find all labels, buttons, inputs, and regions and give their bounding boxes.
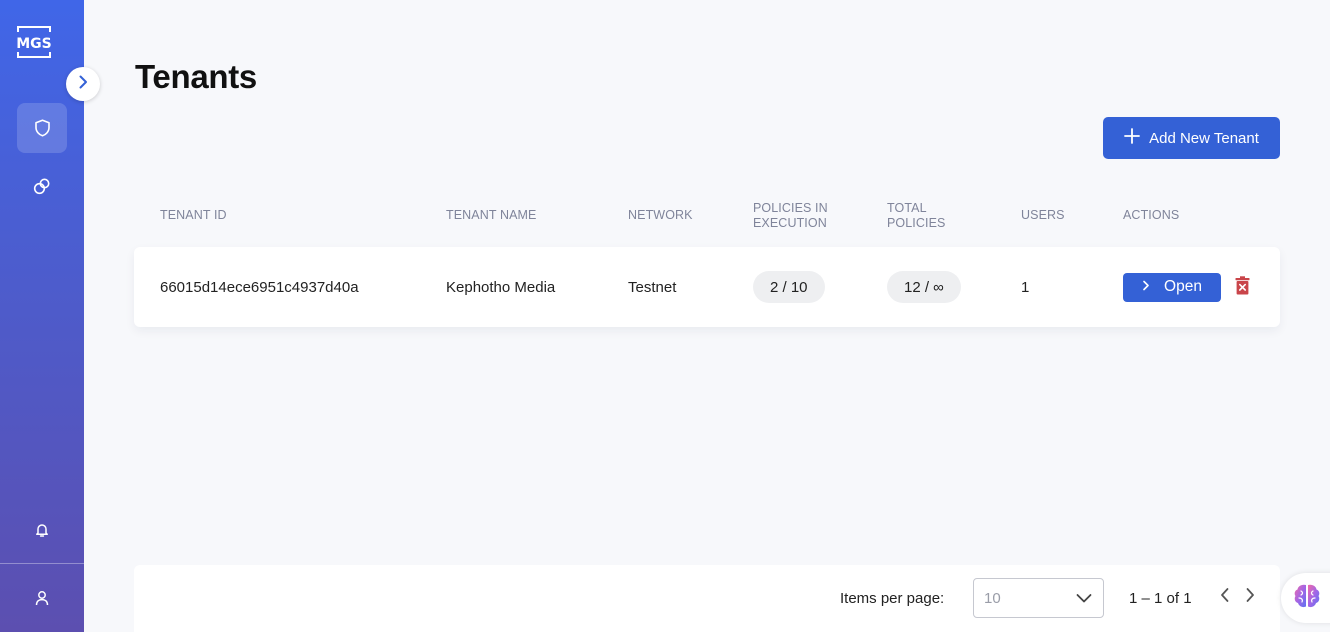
add-new-tenant-label: Add New Tenant [1149, 129, 1259, 147]
header-users: USERS [1021, 208, 1065, 222]
items-per-page-value: 10 [984, 589, 1001, 607]
header-policies-in-execution-line1: POLICIES IN [753, 201, 828, 215]
header-policies-in-execution: POLICIES IN EXECUTION [753, 201, 828, 230]
chevron-right-icon [1245, 587, 1255, 608]
bell-icon [34, 522, 50, 538]
plus-icon [1124, 128, 1140, 148]
policies-in-execution-badge: 2 / 10 [753, 271, 825, 303]
chevron-right-icon [77, 75, 89, 94]
expand-sidebar-button[interactable] [66, 67, 100, 101]
cell-tenant-id: 66015d14ece6951c4937d40a [160, 278, 359, 296]
rings-icon [33, 177, 51, 195]
cell-total-policies: 12 / ∞ [887, 247, 961, 327]
user-icon [34, 590, 50, 606]
header-network: NETWORK [628, 208, 693, 222]
assistant-button[interactable] [1281, 573, 1330, 623]
sidebar-divider [0, 563, 84, 564]
open-label: Open [1164, 278, 1202, 295]
brain-icon [1293, 583, 1321, 614]
cell-policies-in-execution: 2 / 10 [753, 247, 825, 327]
header-tenant-id: TENANT ID [160, 208, 227, 222]
cell-users: 1 [1021, 278, 1030, 296]
logo[interactable]: MGS [17, 26, 51, 58]
previous-page-button[interactable] [1215, 586, 1235, 608]
items-per-page-label: Items per page: [840, 590, 945, 607]
chevron-right-icon [1142, 278, 1150, 296]
cell-actions: Open [1123, 247, 1250, 327]
next-page-button[interactable] [1240, 586, 1260, 608]
logo-text: MGS [17, 36, 51, 52]
chevron-down-icon [1076, 591, 1092, 609]
header-total-policies: TOTAL POLICIES [887, 201, 945, 230]
nav-item-policies[interactable] [17, 103, 67, 153]
nav-item-profile[interactable] [17, 573, 67, 623]
pagination-range: 1 – 1 of 1 [1129, 590, 1192, 607]
header-policies-in-execution-line2: EXECUTION [753, 215, 827, 230]
open-tenant-button[interactable]: Open [1123, 272, 1221, 302]
add-new-tenant-button[interactable]: Add New Tenant [1103, 117, 1280, 159]
header-total-policies-line2: POLICIES [887, 215, 946, 230]
chevron-left-icon [1220, 587, 1230, 608]
pagination-bar: Items per page: 10 1 – 1 of 1 [134, 565, 1280, 632]
shield-icon [34, 119, 51, 137]
nav-item-integrations[interactable] [17, 161, 67, 211]
table-row: 66015d14ece6951c4937d40a Kephotho Media … [134, 247, 1280, 327]
header-actions: ACTIONS [1123, 208, 1180, 222]
trash-icon [1235, 275, 1250, 299]
cell-network: Testnet [628, 278, 677, 296]
header-total-policies-line1: TOTAL [887, 201, 927, 215]
cell-tenant-name: Kephotho Media [446, 278, 556, 296]
items-per-page-select[interactable]: 10 [973, 578, 1104, 618]
header-tenant-name: TENANT NAME [446, 208, 537, 222]
delete-tenant-button[interactable] [1234, 275, 1250, 299]
nav-item-notifications[interactable] [17, 505, 67, 555]
total-policies-badge: 12 / ∞ [887, 271, 961, 303]
page-title: Tenants [135, 58, 257, 95]
